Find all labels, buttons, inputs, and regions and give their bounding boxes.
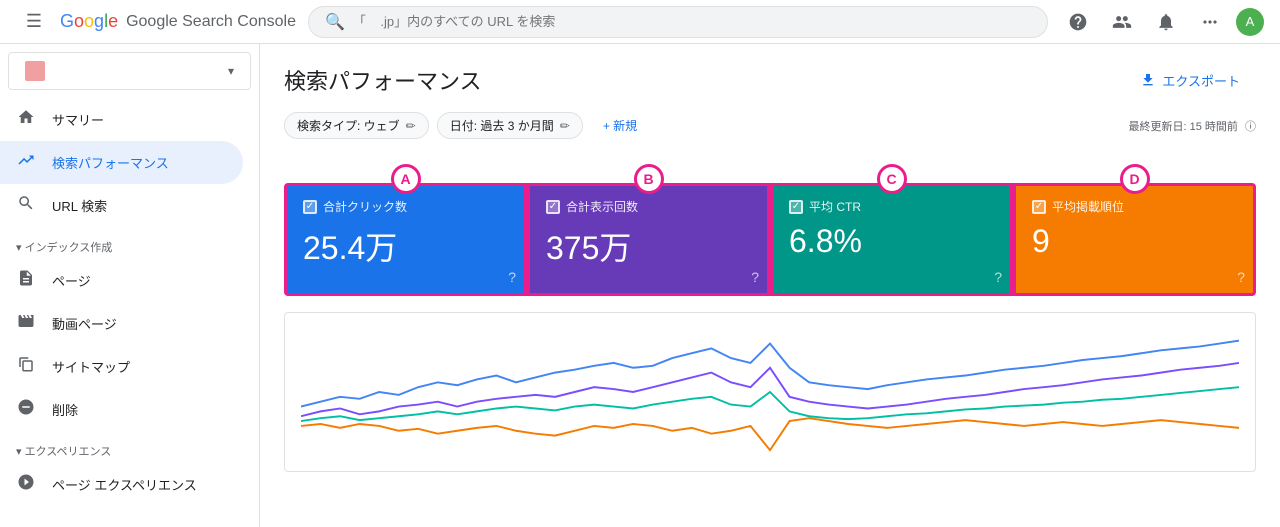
search-input[interactable] — [353, 14, 1031, 29]
apps-icon[interactable] — [1192, 4, 1228, 40]
badge-a: A — [391, 164, 421, 194]
sidebar-label-video-pages: 動画ページ — [52, 314, 117, 333]
url-search-icon — [16, 194, 36, 217]
metric-help-position[interactable]: ? — [1237, 269, 1245, 285]
sidebar-label-sitemap: サイトマップ — [52, 357, 130, 376]
metric-value-clicks: 25.4万 — [303, 223, 508, 269]
metric-label-impressions: 合計表示回数 — [566, 198, 638, 215]
sidebar-item-url-inspection[interactable]: URL 検索 — [0, 184, 243, 227]
date-edit-icon: ✏ — [560, 119, 570, 133]
metrics-row: A ✓ 合計クリック数 25.4万 ? B ✓ — [284, 183, 1256, 296]
sidebar-item-page-experience[interactable]: ページ エクスペリエンス — [0, 463, 243, 506]
last-updated: 最終更新日: 15 時間前 ⓘ — [1129, 118, 1256, 134]
metric-card-ctr[interactable]: C ✓ 平均 CTR 6.8% ? — [770, 183, 1013, 296]
sidebar-label-url: URL 検索 — [52, 196, 107, 215]
filter-date[interactable]: 日付: 過去 3 か月間 ✏ — [437, 112, 583, 139]
logo: Google Google Search Console — [60, 11, 296, 32]
metric-label-row-ctr: ✓ 平均 CTR — [789, 198, 994, 215]
dropdown-arrow-icon: ▾ — [228, 64, 234, 78]
sidebar-label-pages: ページ — [52, 271, 91, 290]
performance-icon — [16, 151, 36, 174]
sidebar-item-removal[interactable]: 削除 — [0, 388, 243, 431]
pages-icon — [16, 269, 36, 292]
hamburger-icon[interactable]: ☰ — [16, 4, 52, 40]
section-header-index: ▾ インデックス作成 — [0, 227, 259, 259]
metric-checkbox-ctr[interactable]: ✓ — [789, 200, 803, 214]
metric-value-impressions: 375万 — [546, 223, 751, 269]
metric-label-row-position: ✓ 平均掲載順位 — [1032, 198, 1237, 215]
removal-icon — [16, 398, 36, 421]
search-bar[interactable]: 🔍 — [308, 6, 1048, 38]
metric-checkbox-position[interactable]: ✓ — [1032, 200, 1046, 214]
sidebar-label-page-experience: ページ エクスペリエンス — [52, 475, 197, 494]
metric-label-position: 平均掲載順位 — [1052, 198, 1124, 215]
metric-card-clicks[interactable]: A ✓ 合計クリック数 25.4万 ? — [284, 183, 527, 296]
topbar-left: ☰ Google Google Search Console — [16, 4, 296, 40]
chart-area — [284, 312, 1256, 472]
metrics-container: A ✓ 合計クリック数 25.4万 ? B ✓ — [284, 155, 1256, 296]
badge-c: C — [877, 164, 907, 194]
home-icon — [16, 108, 36, 131]
content-header: 検索パフォーマンス エクスポート — [284, 64, 1256, 96]
search-icon: 🔍 — [325, 12, 345, 32]
metric-help-ctr[interactable]: ? — [994, 269, 1002, 285]
metric-card-position[interactable]: D ✓ 平均掲載順位 9 ? — [1013, 183, 1256, 296]
metric-checkbox-clicks[interactable]: ✓ — [303, 200, 317, 214]
metric-label-ctr: 平均 CTR — [809, 198, 861, 215]
sitemap-icon — [16, 355, 36, 378]
new-filter-button[interactable]: + 新規 — [591, 113, 649, 138]
metric-label-row-clicks: ✓ 合計クリック数 — [303, 198, 508, 215]
sidebar-item-sitemap[interactable]: サイトマップ — [0, 345, 243, 388]
user-avatar[interactable]: A — [1236, 8, 1264, 36]
last-updated-info-icon[interactable]: ⓘ — [1245, 121, 1256, 133]
performance-chart — [301, 329, 1239, 455]
badge-b: B — [634, 164, 664, 194]
metric-card-impressions[interactable]: B ✓ 合計表示回数 375万 ? — [527, 183, 770, 296]
filter-search-type[interactable]: 検索タイプ: ウェブ ✏ — [284, 112, 429, 139]
metric-checkbox-impressions[interactable]: ✓ — [546, 200, 560, 214]
metric-help-clicks[interactable]: ? — [508, 269, 516, 285]
topbar: ☰ Google Google Search Console 🔍 A — [0, 0, 1280, 44]
bell-icon[interactable] — [1148, 4, 1184, 40]
badge-d: D — [1120, 164, 1150, 194]
sidebar-item-pages[interactable]: ページ — [0, 259, 243, 302]
video-icon — [16, 312, 36, 335]
site-selector[interactable]: ▾ — [8, 52, 251, 90]
site-favicon — [25, 61, 45, 81]
metric-value-position: 9 — [1032, 223, 1237, 260]
accounts-icon[interactable] — [1104, 4, 1140, 40]
sidebar-label-performance: 検索パフォーマンス — [52, 153, 169, 172]
page-title: 検索パフォーマンス — [284, 64, 482, 96]
sidebar: ▾ サマリー 検索パフォーマンス URL 検索 ▾ インデックス作成 — [0, 44, 260, 527]
main-layout: ▾ サマリー 検索パフォーマンス URL 検索 ▾ インデックス作成 — [0, 44, 1280, 527]
metric-label-row-impressions: ✓ 合計表示回数 — [546, 198, 751, 215]
sidebar-label-summary: サマリー — [52, 110, 104, 129]
content-area: 検索パフォーマンス エクスポート 検索タイプ: ウェブ ✏ 日付: 過去 3 か… — [260, 44, 1280, 527]
sidebar-item-performance[interactable]: 検索パフォーマンス — [0, 141, 243, 184]
page-experience-icon — [16, 473, 36, 496]
sidebar-label-removal: 削除 — [52, 400, 78, 419]
metric-label-clicks: 合計クリック数 — [323, 198, 407, 215]
sidebar-item-video-pages[interactable]: 動画ページ — [0, 302, 243, 345]
help-icon[interactable] — [1060, 4, 1096, 40]
topbar-icons: A — [1060, 4, 1264, 40]
export-button[interactable]: エクスポート — [1124, 65, 1256, 96]
metric-help-impressions[interactable]: ? — [751, 269, 759, 285]
metric-value-ctr: 6.8% — [789, 223, 994, 260]
section-header-experience: ▾ エクスペリエンス — [0, 431, 259, 463]
sidebar-item-summary[interactable]: サマリー — [0, 98, 243, 141]
filter-bar: 検索タイプ: ウェブ ✏ 日付: 過去 3 か月間 ✏ + 新規 最終更新日: … — [284, 112, 1256, 139]
filter-edit-icon: ✏ — [406, 119, 416, 133]
